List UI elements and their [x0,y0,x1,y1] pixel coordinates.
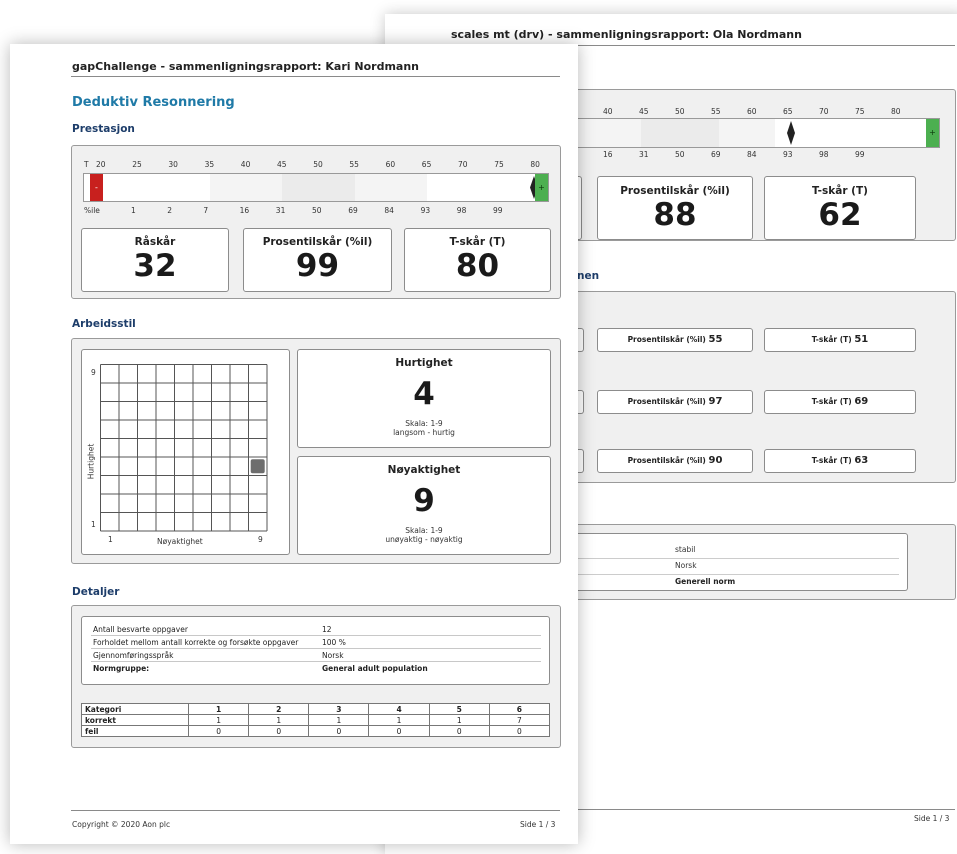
back-row3-percentile: Prosentilskår (%il) 90 [597,449,753,473]
grid-x-min: 1 [108,535,113,544]
back-scale-bar: + [555,118,940,148]
copyright-text: Copyright © 2020 Aon plc [72,820,171,829]
details-table: Antall besvarte oppgaver 12 Forholdet mel… [91,623,541,674]
page-number: Side 1 / 3 [520,820,556,829]
workstyle-grid [100,364,268,532]
tick-label: 50 [675,107,685,116]
tick-label: 20 [96,160,106,169]
details-row: Normgruppe: General adult population [93,663,428,673]
tick-label: 55 [711,107,721,116]
tick-label: 55 [349,160,359,169]
tick-label: 40 [240,160,251,169]
details-panel: Antall besvarte oppgaver 12 Forholdet mel… [71,605,561,748]
grid-y-label: Hurtighet [86,443,96,480]
tick-label: 75 [855,107,865,116]
grid-y-max: 9 [91,368,96,377]
category-header-row: Kategori 1 2 3 4 5 6 [81,703,551,715]
back-row2-tscore: T-skår (T) 69 [764,390,916,414]
tick-label: 40 [603,107,613,116]
tick-label: 50 [675,150,685,159]
details-row: Antall besvarte oppgaver 12 [91,623,541,636]
prestasjon-heading: Prestasjon [72,123,135,135]
tick-label: 31 [639,150,649,159]
back-row1-tscore: T-skår (T) 51 [764,328,916,352]
tick-label: 31 [275,206,286,215]
performance-scale-bar: - + [83,173,549,202]
front-header-rule [71,76,560,77]
front-report-page: gapChallenge - sammenligningsrapport: Ka… [10,44,578,844]
workstyle-panel: 9 1 1 Nøyaktighet 9 Hurtighet Hurtighet … [71,338,561,564]
speed-box: Hurtighet 4 Skala: 1-9 langsom - hurtig [297,349,551,448]
grid-y-min: 1 [91,520,96,529]
back-score-diamond-icon [787,121,795,145]
tick-label: 75 [494,160,504,169]
back-percentile-box: Prosentilskår (%il) 88 [597,176,753,240]
tick-label: 80 [891,107,901,116]
tick-label: 50 [313,160,323,169]
tick-label: 99 [855,150,865,159]
plus-marker: + [535,174,548,201]
workstyle-grid-box: 9 1 1 Nøyaktighet 9 Hurtighet [81,349,290,555]
back-row3-tscore: T-skår (T) 63 [764,449,916,473]
tick-label: 80 [530,160,540,169]
back-plus-marker: + [926,119,939,147]
tick-label: 35 [204,160,215,169]
tick-label: 65 [421,160,432,169]
back-row2-percentile: Prosentilskår (%il) 97 [597,390,753,414]
tick-label: 30 [168,160,178,169]
tick-label: 93 [783,150,793,159]
arbeidsstil-heading: Arbeidsstil [72,318,136,330]
tick-label: 25 [132,160,142,169]
back-performance-panel: 35404550556065707580 + 71631506984939899… [545,89,956,241]
tick-label: 2 [167,206,172,215]
tscore-box: T-skår (T) 80 [404,228,551,292]
back-details-panel: ning stabil Norsk Generell norm [545,524,956,600]
t-scale-label: T [84,160,89,169]
category-row: feil 0 0 0 0 0 0 [81,725,551,737]
tick-label: 84 [384,206,394,215]
tick-label: 69 [711,150,721,159]
raw-score-box: Råskår 32 [81,228,229,292]
performance-panel: T 20 25 30 35 40 45 50 55 60 65 70 75 80 - + %ile 1 2… [71,145,561,299]
tick-label: 65 [783,107,793,116]
tick-label: 1 [131,206,136,215]
details-row: Forholdet mellom antall korrekte og fors… [91,635,541,649]
back-tscore-box: T-skår (T) 62 [764,176,916,240]
tick-label: 93 [420,206,431,215]
tick-label: 69 [348,206,358,215]
percentile-scale-label: %ile [84,206,100,215]
back-page-header: scales mt (drv) - sammenligningsrapport:… [451,28,802,41]
accuracy-box: Nøyaktighet 9 Skala: 1-9 unøyaktig - nøy… [297,456,551,555]
tick-label: 70 [458,160,468,169]
tick-label: 98 [456,206,467,215]
tick-label: 60 [385,160,396,169]
tick-label: 60 [747,107,757,116]
workstyle-marker [250,459,265,474]
category-table: Kategori 1 2 3 4 5 6 korrekt 1 1 1 1 1 7… [81,703,551,737]
tick-label: 84 [747,150,757,159]
detaljer-heading: Detaljer [72,586,120,598]
tick-label: 70 [819,107,829,116]
grid-x-label: Nøyaktighet [157,537,203,546]
percentile-score-box: Prosentilskår (%il) 99 [243,228,392,292]
tick-label: 99 [493,206,503,215]
tick-label: 16 [239,206,250,215]
tick-label: 98 [819,150,829,159]
back-scores-panel: Prosentilskår (%il) 55 T-skår (T) 51 Pro… [545,291,956,483]
details-box: Antall besvarte oppgaver 12 Forholdet mel… [81,616,550,685]
back-section-fragment: nen [577,270,600,282]
tick-label: 16 [603,150,613,159]
back-row1-percentile: Prosentilskår (%il) 55 [597,328,753,352]
tick-label: 50 [312,206,322,215]
front-page-header: gapChallenge - sammenligningsrapport: Ka… [72,60,419,73]
back-page-number: Side 1 / 3 [914,814,950,823]
grid-x-max: 9 [258,535,263,544]
minus-marker: - [90,174,103,201]
category-row: korrekt 1 1 1 1 1 7 [81,714,551,726]
section-title: Deduktiv Resonnering [72,95,235,110]
tick-label: 45 [277,160,287,169]
tick-label: 7 [203,206,209,215]
tick-label: 45 [639,107,649,116]
details-row: Gjennomføringsspråk Norsk [91,648,541,662]
